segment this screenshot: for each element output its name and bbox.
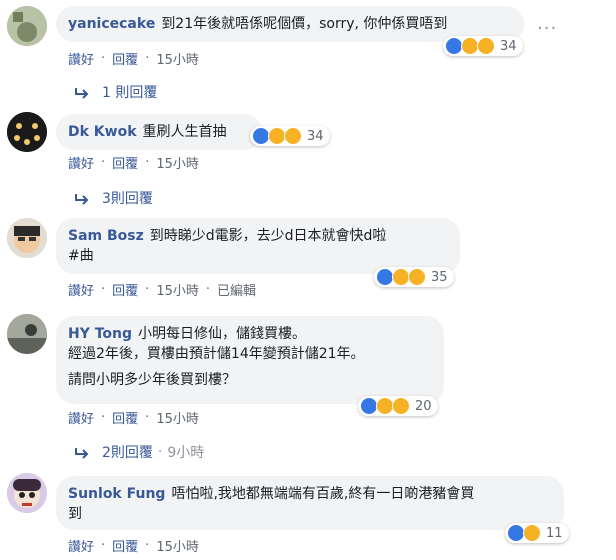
comment-text: 小明每日修仙，儲錢買樓。	[138, 326, 307, 342]
avatar[interactable]	[7, 218, 47, 258]
timestamp[interactable]: 15小時	[156, 536, 199, 555]
separator: ·	[145, 154, 150, 170]
view-replies-link[interactable]: 1 則回覆	[74, 83, 157, 101]
commenter-name[interactable]: HY Tong	[68, 326, 132, 342]
separator: ·	[145, 409, 150, 425]
avatar[interactable]	[7, 112, 47, 152]
hashtag-link[interactable]: #曲	[68, 248, 94, 264]
haha-reaction-icon	[284, 127, 302, 145]
reaction-count: 20	[415, 398, 432, 414]
commenter-name[interactable]: Dk Kwok	[68, 124, 137, 140]
timestamp[interactable]: 15小時	[156, 49, 199, 68]
reply-button[interactable]: 回覆	[112, 536, 138, 555]
timestamp[interactable]: 15小時	[156, 280, 199, 299]
reactions-summary[interactable]: 34	[250, 126, 330, 146]
separator: ·	[101, 537, 106, 553]
comment-actions: 讚好 · 回覆 · 15小時	[68, 49, 199, 68]
comment-text: 請問小明多少年後買到樓？	[68, 372, 236, 388]
comment-bubble: Sam Bosz 到時睇少d電影，去少d日本就會快d啦 #曲	[56, 218, 460, 274]
replies-count[interactable]: 2則回覆	[102, 442, 153, 462]
separator: ·	[145, 281, 150, 297]
view-replies-link[interactable]: 3則回覆	[74, 189, 153, 207]
like-button[interactable]: 讚好	[68, 408, 94, 427]
reaction-count: 35	[431, 269, 448, 285]
reply-button[interactable]: 回覆	[112, 49, 138, 68]
reactions-summary[interactable]: 11	[505, 523, 569, 543]
comment-text: 唔怕啦,我地都無端端有百歲,終有一日啲港豬會買	[171, 486, 475, 502]
comment-actions: 讚好 · 回覆 · 15小時	[68, 153, 199, 172]
avatar[interactable]	[7, 314, 47, 354]
like-button[interactable]: 讚好	[68, 49, 94, 68]
reaction-count: 11	[546, 525, 563, 541]
timestamp[interactable]: 15小時	[156, 153, 199, 172]
reaction-count: 34	[500, 38, 517, 54]
like-button[interactable]: 讚好	[68, 536, 94, 555]
separator: ·	[101, 154, 106, 170]
reactions-summary[interactable]: 34	[443, 36, 523, 56]
reaction-count: 34	[307, 128, 324, 144]
comment-text: 經過2年後，買樓由預計儲14年變預計儲21年。	[68, 346, 365, 362]
like-button[interactable]: 讚好	[68, 280, 94, 299]
commenter-name[interactable]: Sam Bosz	[68, 228, 144, 244]
reply-button[interactable]: 回覆	[112, 408, 138, 427]
sad-reaction-icon	[477, 37, 495, 55]
comment-bubble: HY Tong 小明每日修仙，儲錢買樓。 經過2年後，買樓由預計儲14年變預計儲2…	[56, 316, 444, 404]
separator: ·	[145, 537, 150, 553]
reply-button[interactable]: 回覆	[112, 280, 138, 299]
replies-count[interactable]: 3則回覆	[102, 188, 153, 208]
separator: ·	[157, 444, 163, 460]
reply-arrow-icon	[75, 88, 89, 99]
reactions-summary[interactable]: 35	[374, 267, 454, 287]
reply-button[interactable]: 回覆	[112, 153, 138, 172]
comment-actions: 讚好 · 回覆 · 15小時 · 已編輯	[68, 280, 256, 299]
haha-reaction-icon	[523, 524, 541, 542]
reply-timestamp[interactable]: 9小時	[167, 442, 204, 462]
separator: ·	[101, 409, 106, 425]
comment-bubble: Dk Kwok 重刷人生首抽	[56, 114, 262, 150]
reply-arrow-icon	[75, 194, 89, 205]
like-button[interactable]: 讚好	[68, 153, 94, 172]
separator: ·	[101, 50, 106, 66]
commenter-name[interactable]: yanicecake	[68, 16, 155, 32]
comment-text: 到21年後就唔係呢個價，sorry, 你仲係買唔到	[161, 16, 448, 32]
comment-text: 到	[68, 506, 82, 522]
wow-reaction-icon	[392, 397, 410, 415]
comment-bubble: Sunlok Fung 唔怕啦,我地都無端端有百歲,終有一日啲港豬會買 到	[56, 476, 564, 530]
edited-label[interactable]: 已編輯	[217, 280, 256, 299]
avatar[interactable]	[7, 473, 47, 513]
avatar[interactable]	[7, 6, 47, 46]
replies-count[interactable]: 1 則回覆	[102, 82, 157, 102]
view-replies-link[interactable]: 2則回覆 · 9小時	[74, 443, 204, 461]
wow-reaction-icon	[408, 268, 426, 286]
commenter-name[interactable]: Sunlok Fung	[68, 486, 165, 502]
separator: ·	[101, 281, 106, 297]
comment-actions: 讚好 · 回覆 · 15小時	[68, 408, 199, 427]
timestamp[interactable]: 15小時	[156, 408, 199, 427]
comment-text: 重刷人生首抽	[142, 124, 227, 140]
reply-arrow-icon	[75, 448, 89, 459]
reactions-summary[interactable]: 20	[358, 396, 438, 416]
comment-text: 到時睇少d電影，去少d日本就會快d啦	[149, 228, 387, 244]
separator: ·	[145, 50, 150, 66]
separator: ·	[205, 281, 210, 297]
comment-actions: 讚好 · 回覆 · 15小時	[68, 536, 199, 555]
more-options-icon[interactable]: ···	[537, 18, 557, 39]
